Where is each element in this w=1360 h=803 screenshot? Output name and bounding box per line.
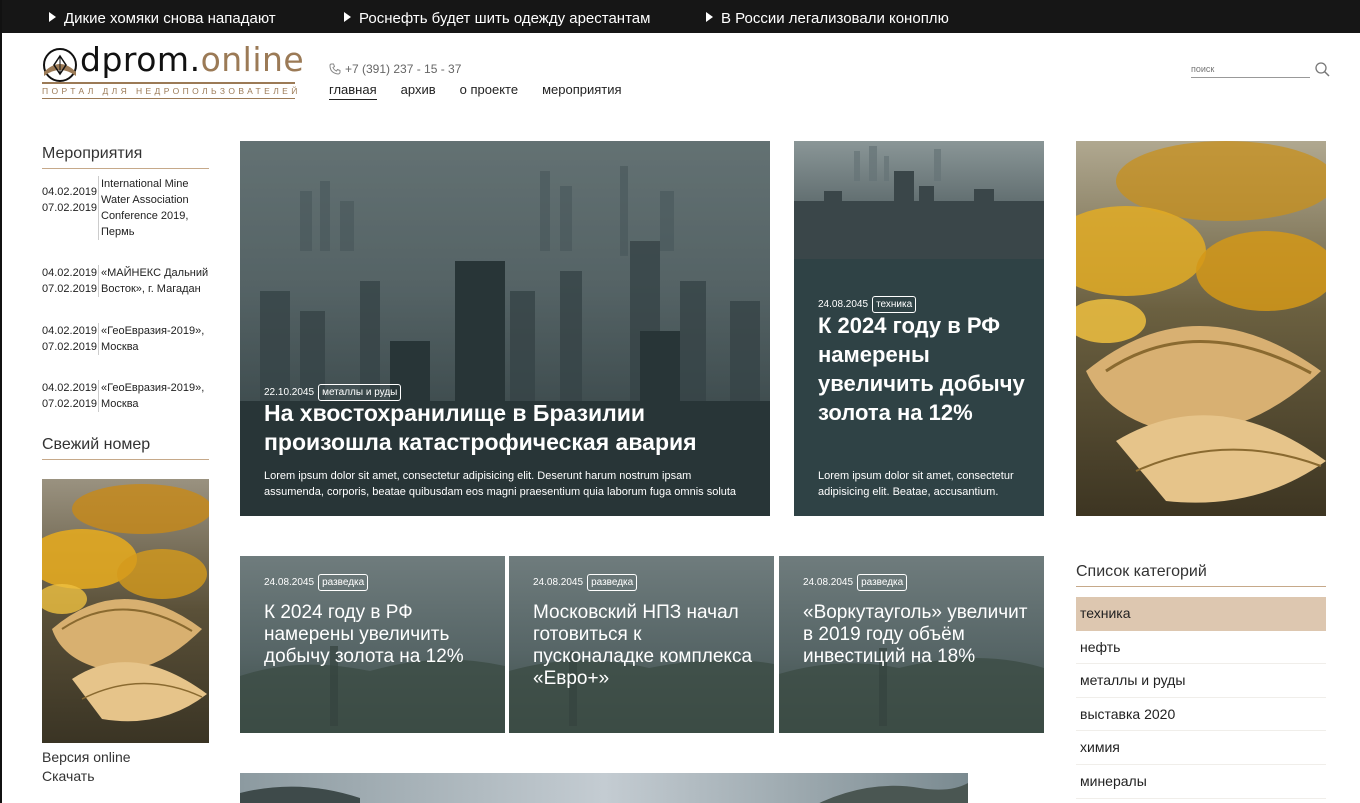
- phone-number[interactable]: +7 (391) 237 - 15 - 37: [329, 62, 461, 76]
- article-date: 24.08.2045: [264, 577, 315, 588]
- ticker-link[interactable]: Дикие хомяки снова нападают: [64, 10, 276, 27]
- categories-heading: Список категорий: [1076, 563, 1326, 587]
- main-nav: главная архив о проекте мероприятия: [329, 82, 622, 100]
- category-item-minerals[interactable]: минералы: [1076, 765, 1326, 799]
- online-version-link[interactable]: Версия online: [42, 749, 131, 765]
- article-date: 24.08.2045: [803, 577, 854, 588]
- autumn-leaves-banner[interactable]: [1076, 141, 1326, 516]
- city-skyline-image: [794, 141, 1044, 259]
- article-card[interactable]: 24.08.2045 разведка К 2024 году в РФ наме…: [240, 556, 505, 733]
- article-tag[interactable]: разведка: [587, 574, 638, 591]
- event-name[interactable]: «ГеоЕвразия-2019», Москва: [98, 380, 210, 412]
- event-dates: 04.02.2019 07.02.2019: [42, 267, 98, 295]
- article-excerpt: Lorem ipsum dolor sit amet, consectetur …: [818, 470, 1014, 498]
- logo-wordmark: dprom.online: [80, 40, 305, 79]
- nav-item-about[interactable]: о проекте: [460, 82, 518, 100]
- search-icon[interactable]: [1315, 62, 1330, 77]
- article-title[interactable]: К 2024 году в РФ намерены увеличить добы…: [818, 311, 1033, 427]
- article-date: 22.10.2045: [264, 387, 315, 398]
- logo-divider: [42, 82, 295, 84]
- play-triangle-icon: [344, 12, 351, 22]
- article-tag[interactable]: разведка: [318, 574, 369, 591]
- article-title[interactable]: «Воркутауголь» увеличит в 2019 году объё…: [803, 602, 1028, 668]
- event-dates: 04.02.2019 07.02.2019: [42, 186, 98, 214]
- nav-item-archive[interactable]: архив: [401, 82, 436, 100]
- logo-divider: [42, 98, 295, 99]
- event-dates: 04.02.2019 07.02.2019: [42, 325, 98, 353]
- play-triangle-icon: [49, 12, 56, 22]
- article-card[interactable]: 24.08.2045 разведка «Воркутауголь» увелич…: [779, 556, 1044, 733]
- phone-text[interactable]: +7 (391) 237 - 15 - 37: [345, 62, 461, 76]
- ticker-link[interactable]: В России легализовали коноплю: [721, 10, 949, 27]
- article-title[interactable]: К 2024 году в РФ намерены увеличить добы…: [264, 602, 489, 668]
- featured-article-card[interactable]: 24.08.2045 техника К 2024 году в РФ намер…: [794, 141, 1044, 516]
- article-meta: 24.08.2045 разведка: [803, 574, 908, 591]
- category-item-tech[interactable]: техника: [1076, 597, 1326, 631]
- news-ticker: Дикие хомяки снова нападают Роснефть буд…: [2, 0, 1360, 33]
- category-item-chemistry[interactable]: химия: [1076, 731, 1326, 765]
- article-title[interactable]: Московский НПЗ начал готовиться к пускон…: [533, 602, 758, 690]
- article-title[interactable]: На хвостохранилище в Бразилии произошла …: [264, 399, 754, 457]
- featured-article-card[interactable]: 22.10.2045 металлы и руды На хвостохранил…: [240, 141, 770, 516]
- search-input[interactable]: [1191, 60, 1310, 78]
- ticker-link[interactable]: Роснефть будет шить одежду арестантам: [359, 10, 650, 27]
- event-name[interactable]: International Mine Water Association Con…: [98, 176, 210, 240]
- fresh-issue-heading: Свежий номер: [42, 436, 209, 460]
- article-card[interactable]: 24.08.2045 разведка Московский НПЗ начал …: [509, 556, 774, 733]
- magazine-cover-image[interactable]: [42, 479, 209, 743]
- mountain-landscape-image[interactable]: [240, 773, 968, 803]
- ticker-item[interactable]: Роснефть будет шить одежду арестантам: [344, 0, 650, 33]
- category-item-oil[interactable]: нефть: [1076, 631, 1326, 665]
- events-heading: Мероприятия: [42, 145, 209, 169]
- phone-icon: [329, 63, 341, 75]
- download-link[interactable]: Скачать: [42, 768, 95, 784]
- site-logo[interactable]: dprom.online ПОРТАЛ ДЛЯ НЕДРОПОЛЬЗОВАТЕЛ…: [42, 40, 304, 100]
- article-meta: 24.08.2045 разведка: [533, 574, 638, 591]
- event-name[interactable]: «МАЙНЕКС Дальний Восток», г. Магадан: [98, 265, 210, 297]
- city-fog-image: [240, 141, 770, 516]
- logo-subtitle: ПОРТАЛ ДЛЯ НЕДРОПОЛЬЗОВАТЕЛЕЙ: [42, 86, 301, 96]
- ticker-item[interactable]: Дикие хомяки снова нападают: [49, 0, 276, 33]
- category-item-metals[interactable]: металлы и руды: [1076, 664, 1326, 698]
- article-tag[interactable]: разведка: [857, 574, 908, 591]
- ticker-item[interactable]: В России легализовали коноплю: [706, 0, 949, 33]
- category-item-expo[interactable]: выставка 2020: [1076, 698, 1326, 732]
- event-dates: 04.02.2019 07.02.2019: [42, 382, 98, 410]
- play-triangle-icon: [706, 12, 713, 22]
- article-excerpt: Lorem ipsum dolor sit amet, consectetur …: [264, 470, 737, 498]
- article-date: 24.08.2045: [818, 299, 869, 310]
- search-box: [1191, 60, 1331, 80]
- categories-list: техника нефть металлы и руды выставка 20…: [1076, 597, 1326, 799]
- article-meta: 24.08.2045 разведка: [264, 574, 369, 591]
- logo-emblem-icon: [43, 48, 77, 82]
- nav-item-home[interactable]: главная: [329, 82, 377, 100]
- nav-item-events[interactable]: мероприятия: [542, 82, 621, 100]
- article-date: 24.08.2045: [533, 577, 584, 588]
- event-name[interactable]: «ГеоЕвразия-2019», Москва: [98, 323, 210, 355]
